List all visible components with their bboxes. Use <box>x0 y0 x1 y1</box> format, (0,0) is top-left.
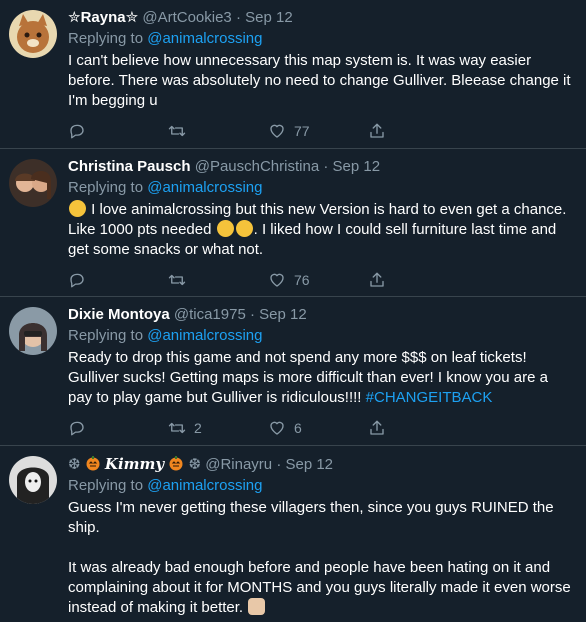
avatar-image <box>9 456 57 504</box>
user-handle[interactable]: @tica1975 <box>174 306 246 323</box>
replying-to-label: Replying to <box>68 30 144 47</box>
separator-dot: · <box>249 306 255 323</box>
tweet-text-content: Guess I'm never getting these villagers … <box>68 499 571 616</box>
timeline: ✮Rayna✮ @ArtCookie3 · Sep 12 Replying to… <box>0 0 586 622</box>
replying-to-label: Replying to <box>68 327 144 344</box>
grimacing-face-emoji <box>216 220 234 237</box>
tweet-header: Christina Pausch @PauschChristina · Sep … <box>68 157 574 177</box>
tweet-text: I love animalcrossing but this new Versi… <box>68 200 574 260</box>
replying-to: Replying to @animalcrossing <box>68 326 574 346</box>
retweet-button[interactable] <box>168 271 268 289</box>
share-icon <box>370 272 384 287</box>
share-button[interactable] <box>368 419 468 437</box>
display-name[interactable]: Dixie Montoya <box>68 306 170 323</box>
tweet-actions: 76 <box>68 260 574 300</box>
mention-link[interactable]: @animalcrossing <box>147 477 262 494</box>
avatar[interactable] <box>9 159 57 207</box>
tweet-date[interactable]: Sep 12 <box>245 9 293 26</box>
separator-dot: · <box>235 9 241 26</box>
retweet-icon <box>168 422 186 434</box>
avatar-image <box>9 307 57 355</box>
tweet[interactable]: ✮Rayna✮ @ArtCookie3 · Sep 12 Replying to… <box>0 0 586 149</box>
separator-dot: · <box>323 158 329 175</box>
hashtag-link[interactable]: #CHANGEITBACK <box>366 389 493 406</box>
pumpkin-icon <box>169 456 183 471</box>
replying-to-label: Replying to <box>68 477 144 494</box>
tweet-text: Ready to drop this game and not spend an… <box>68 348 574 408</box>
tweet-header: ✮Rayna✮ @ArtCookie3 · Sep 12 <box>68 8 574 28</box>
like-button[interactable]: 76 <box>268 271 368 289</box>
heart-icon <box>270 124 284 138</box>
pumpkin-icon <box>86 456 100 471</box>
tweet-header: Dixie Montoya @tica1975 · Sep 12 <box>68 305 574 325</box>
reply-icon <box>70 124 84 139</box>
crying-face-emoji <box>69 200 86 217</box>
avatar-image <box>9 159 57 207</box>
tweet[interactable]: Christina Pausch @PauschChristina · Sep … <box>0 149 586 297</box>
mention-link[interactable]: @animalcrossing <box>147 30 262 47</box>
retweet-icon <box>168 274 186 286</box>
share-icon <box>370 123 384 138</box>
like-button[interactable]: 6 <box>268 419 368 437</box>
mention-link[interactable]: @animalcrossing <box>147 179 262 196</box>
user-handle[interactable]: @ArtCookie3 <box>142 9 231 26</box>
tweet-header: ❆ Kimmy ❆ @Rinayru · Sep 12 <box>68 454 574 475</box>
share-icon <box>370 420 384 435</box>
avatar[interactable] <box>9 10 57 58</box>
avatar-image <box>9 10 57 58</box>
separator-dot: · <box>276 456 282 473</box>
user-handle[interactable]: @PauschChristina <box>195 158 319 175</box>
flushed-face-emoji <box>235 220 253 237</box>
heart-icon <box>270 273 284 287</box>
replying-to-label: Replying to <box>68 179 144 196</box>
reply-icon <box>70 273 84 288</box>
tweet[interactable]: ❆ Kimmy ❆ @Rinayru · Sep 12 Replying to … <box>0 446 586 622</box>
like-count: 76 <box>294 272 310 288</box>
tweet-date[interactable]: Sep 12 <box>285 456 333 473</box>
display-name[interactable]: Kimmy <box>105 455 164 473</box>
replying-to: Replying to @animalcrossing <box>68 178 574 198</box>
tweet[interactable]: Dixie Montoya @tica1975 · Sep 12 Replyin… <box>0 297 586 446</box>
tweet-text: I can't believe how unnecessary this map… <box>68 52 575 109</box>
reply-button[interactable] <box>68 122 168 140</box>
share-button[interactable] <box>368 271 468 289</box>
tweet-actions: 2 6 <box>68 408 574 448</box>
display-name[interactable]: Christina Pausch <box>68 158 191 175</box>
user-handle[interactable]: @Rinayru <box>205 456 272 473</box>
retweet-button[interactable] <box>168 122 268 140</box>
heart-icon <box>270 421 284 435</box>
snowflake-icon: ❆ <box>68 456 81 473</box>
replying-to: Replying to @animalcrossing <box>68 29 574 49</box>
like-button[interactable]: 77 <box>268 122 368 140</box>
mention-link[interactable]: @animalcrossing <box>147 327 262 344</box>
tweet-date[interactable]: Sep 12 <box>259 306 307 323</box>
retweet-button[interactable]: 2 <box>168 419 268 437</box>
display-name[interactable]: ✮Rayna✮ <box>68 9 138 26</box>
reply-button[interactable] <box>68 419 168 437</box>
person-facepalming-emoji <box>248 598 266 615</box>
tweet-date[interactable]: Sep 12 <box>333 158 381 175</box>
tweet-text: Guess I'm never getting these villagers … <box>68 498 574 618</box>
retweet-count: 2 <box>194 420 202 436</box>
like-count: 6 <box>294 420 302 436</box>
tweet-actions: 77 <box>68 111 574 151</box>
like-count: 77 <box>294 123 310 139</box>
snowflake-icon: ❆ <box>188 456 202 473</box>
reply-button[interactable] <box>68 271 168 289</box>
share-button[interactable] <box>368 122 468 140</box>
replying-to: Replying to @animalcrossing <box>68 476 574 496</box>
avatar[interactable] <box>9 456 57 504</box>
reply-icon <box>70 421 84 436</box>
retweet-icon <box>168 125 186 137</box>
avatar[interactable] <box>9 307 57 355</box>
